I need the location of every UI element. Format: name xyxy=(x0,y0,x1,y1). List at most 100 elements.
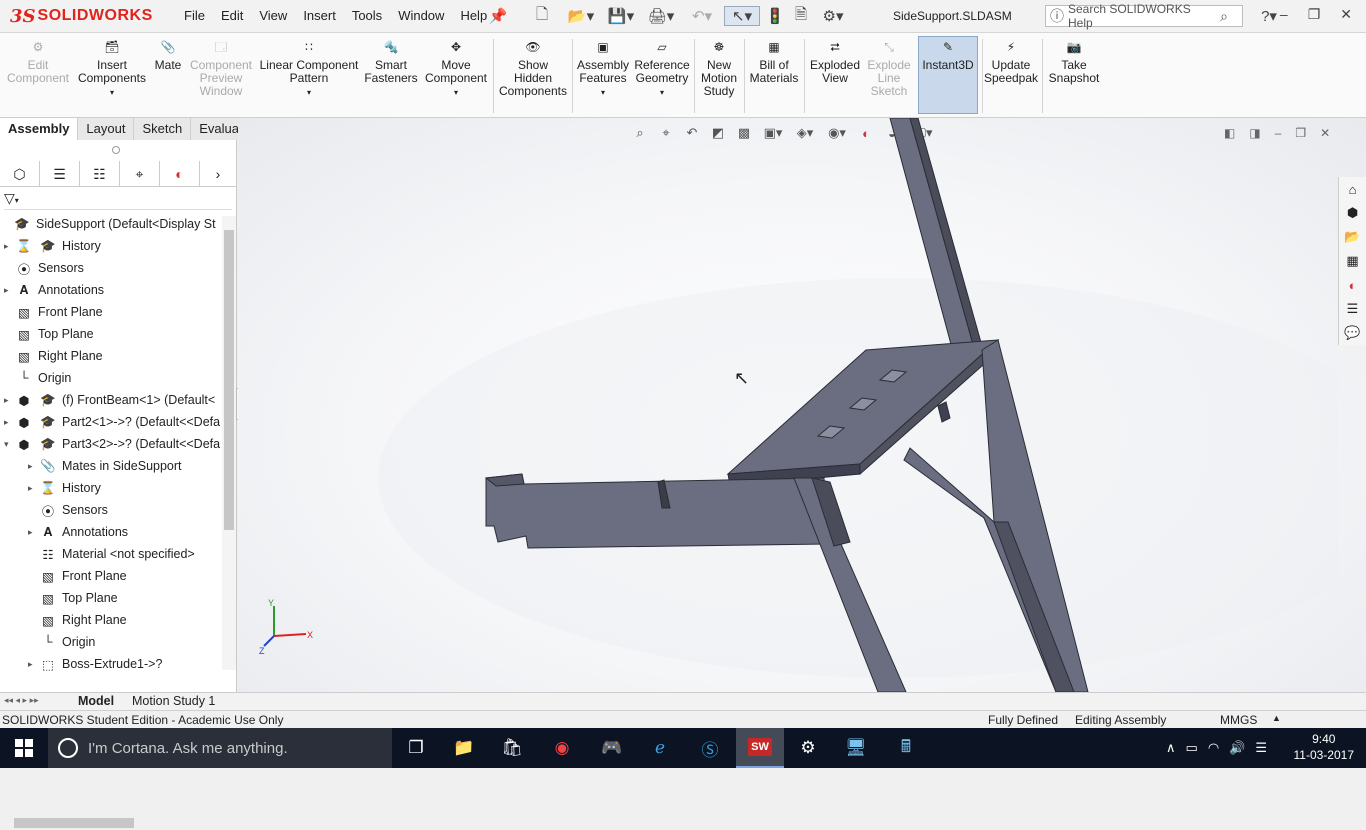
minimize-icon[interactable]: – xyxy=(1280,6,1288,23)
dropdown-arrow-icon[interactable]: ▾ xyxy=(454,86,458,99)
cortana-search-box[interactable]: I'm Cortana. Ask me anything. xyxy=(48,728,392,768)
expand-arrow-icon[interactable]: ▸ xyxy=(28,527,38,538)
reference-geometry-button[interactable]: ▱ Reference Geometry ▾ xyxy=(632,37,692,99)
file-explorer-taskbar-icon[interactable]: 📁 xyxy=(440,728,488,768)
tree-item-history[interactable]: ▸ ⌛ 🎓 History xyxy=(4,235,101,257)
unit-dropdown-icon[interactable]: ▲ xyxy=(1272,713,1281,723)
menu-insert[interactable]: Insert xyxy=(295,8,344,23)
exploded-view-button[interactable]: ⮂ Exploded View xyxy=(808,37,862,85)
instant3d-button[interactable]: ✎ Instant3D xyxy=(918,36,978,114)
expand-arrow-icon[interactable]: ▸ xyxy=(28,659,38,670)
collapse-arrow-icon[interactable]: ▾ xyxy=(4,439,14,450)
game-app-icon[interactable]: 🎮 xyxy=(588,728,636,768)
file-explorer-icon[interactable]: 📂 xyxy=(1339,225,1366,249)
linear-component-pattern-button[interactable]: ∷ Linear Component Pattern ▾ xyxy=(258,37,360,99)
solidworks-taskbar-icon[interactable]: SW xyxy=(736,728,784,768)
solidworks-logo[interactable]: 3S SOLIDWORKS xyxy=(10,0,155,32)
tree-item-part-right-plane[interactable]: ▧ Right Plane xyxy=(38,609,127,631)
tree-item-part-front-plane[interactable]: ▧ Front Plane xyxy=(38,565,127,587)
tab-model[interactable]: Model xyxy=(78,694,114,708)
menu-tools[interactable]: Tools xyxy=(344,8,390,23)
new-document-icon[interactable]: 🗋 xyxy=(530,6,554,26)
tree-item-frontbeam[interactable]: ▸ ⬢ 🎓 (f) FrontBeam<1> (Default< xyxy=(4,389,215,411)
save-icon[interactable]: 💾▾ xyxy=(606,6,636,26)
dropdown-arrow-icon[interactable]: ▾ xyxy=(660,86,664,99)
unit-system[interactable]: MMGS xyxy=(1220,713,1257,727)
expand-arrow-icon[interactable]: ▸ xyxy=(4,241,14,252)
rebuild-icon[interactable]: 🚦 xyxy=(766,6,785,26)
tab-layout[interactable]: Layout xyxy=(78,118,135,140)
tree-item-part-origin[interactable]: └ Origin xyxy=(38,631,96,653)
chrome-icon[interactable]: ◉ xyxy=(538,728,586,768)
menu-window[interactable]: Window xyxy=(390,8,452,23)
dropdown-arrow-icon[interactable]: ▾ xyxy=(601,86,605,99)
edit-component-button[interactable]: ⚙ Edit Component xyxy=(6,37,70,85)
remote-desktop-icon[interactable]: 🖥 xyxy=(832,728,880,768)
battery-icon[interactable]: ▭ xyxy=(1186,740,1198,756)
custom-properties-icon[interactable]: ☰ xyxy=(1339,297,1366,321)
dropdown-arrow-icon[interactable]: ▾ xyxy=(110,86,114,99)
front-beam-part[interactable] xyxy=(485,473,829,549)
show-hidden-icons-icon[interactable]: ∧ xyxy=(1166,740,1176,756)
tree-horizontal-scrollbar[interactable] xyxy=(0,816,237,830)
settings-gear-icon[interactable]: ⚙ xyxy=(784,728,832,768)
new-motion-study-button[interactable]: ☸ New Motion Study xyxy=(698,37,740,98)
tree-item-boss-extrude[interactable]: ▸ ⬚ Boss-Extrude1->? xyxy=(28,653,162,675)
volume-icon[interactable]: 🔊 xyxy=(1229,740,1245,756)
home-icon[interactable]: ⌂ xyxy=(1339,177,1366,201)
expand-arrow-icon[interactable]: ▸ xyxy=(28,483,38,494)
dimxpert-tab-icon[interactable]: ⌖ xyxy=(120,161,160,187)
menu-file[interactable]: File xyxy=(176,8,213,23)
property-manager-tab-icon[interactable]: ☰ xyxy=(40,161,80,187)
scrollbar-thumb[interactable] xyxy=(224,230,234,530)
tree-item-part-history[interactable]: ▸ ⌛ History xyxy=(28,477,101,499)
explode-line-sketch-button[interactable]: ⤡ Explode Line Sketch xyxy=(864,37,914,98)
bill-of-materials-button[interactable]: ▦ Bill of Materials xyxy=(748,37,800,85)
move-component-button[interactable]: ✥ Move Component ▾ xyxy=(424,37,488,99)
show-hidden-components-button[interactable]: 👁 Show Hidden Components xyxy=(498,37,568,98)
assembly-model[interactable] xyxy=(238,118,1338,692)
options-gear-icon[interactable]: ⚙▾ xyxy=(816,6,850,26)
search-icon[interactable]: ⌕ xyxy=(1220,8,1228,25)
print-icon[interactable]: 🖨▾ xyxy=(644,6,678,26)
component-preview-window-button[interactable]: 🗔 Component Preview Window xyxy=(188,37,254,98)
tree-item-material[interactable]: ☷ Material <not specified> xyxy=(38,543,194,565)
tree-filter[interactable]: ▽▾ xyxy=(4,190,232,210)
tree-item-part3[interactable]: ▾ ⬢ 🎓 Part3<2>->? (Default<<Defa xyxy=(4,433,220,455)
insert-components-button[interactable]: 🗃 Insert Components ▾ xyxy=(76,37,148,99)
tab-sketch[interactable]: Sketch xyxy=(134,118,192,140)
help-search-input[interactable]: ⓘ Search SOLIDWORKS Help ⌕ xyxy=(1045,2,1243,30)
calculator-app-icon[interactable]: 🖩 xyxy=(882,728,930,768)
feature-manager-tab-icon[interactable]: ⬡ xyxy=(0,161,40,187)
close-icon[interactable]: ✕ xyxy=(1340,6,1352,23)
menu-view[interactable]: View xyxy=(251,8,295,23)
expand-tabs-chevron-icon[interactable]: › xyxy=(200,161,236,187)
tree-vertical-scrollbar[interactable] xyxy=(222,216,236,670)
tree-item-origin[interactable]: └ Origin xyxy=(14,367,72,389)
expand-arrow-icon[interactable]: ▸ xyxy=(4,417,14,428)
tree-item-front-plane[interactable]: ▧ Front Plane xyxy=(14,301,103,323)
undo-icon[interactable]: ↶▾ xyxy=(686,6,718,26)
scrollbar-thumb[interactable] xyxy=(14,818,134,828)
tree-item-part2[interactable]: ▸ ⬢ 🎓 Part2<1>->? (Default<<Defa xyxy=(4,411,220,433)
tree-item-root[interactable]: 🎓 SideSupport (Default<Display St xyxy=(2,213,215,235)
view-palette-icon[interactable]: ▦ xyxy=(1339,249,1366,273)
tab-motion-study-1[interactable]: Motion Study 1 xyxy=(132,694,215,708)
tree-item-part-annotations[interactable]: ▸ 𝐀 Annotations xyxy=(28,521,128,543)
tab-scroll-arrows-icon[interactable]: ◂◂ ◂ ▸ ▸▸ xyxy=(4,695,39,706)
appearances-icon[interactable]: ◐ xyxy=(1339,273,1366,297)
mate-button[interactable]: 📎 Mate xyxy=(152,37,184,72)
action-center-icon[interactable]: ☰ xyxy=(1255,740,1267,756)
menu-edit[interactable]: Edit xyxy=(213,8,251,23)
update-speedpak-button[interactable]: ⚡ Update Speedpak xyxy=(984,37,1038,85)
configuration-manager-tab-icon[interactable]: ☷ xyxy=(80,161,120,187)
file-properties-icon[interactable]: 🗎 xyxy=(790,6,812,26)
tree-item-mates[interactable]: ▸ 📎 Mates in SideSupport xyxy=(28,455,182,477)
task-view-icon[interactable]: ❐ xyxy=(392,728,440,768)
tree-item-right-plane[interactable]: ▧ Right Plane xyxy=(14,345,103,367)
expand-arrow-icon[interactable]: ▸ xyxy=(4,395,14,406)
forum-icon[interactable]: 💬 xyxy=(1339,321,1366,345)
wifi-icon[interactable]: ◠ xyxy=(1208,740,1219,756)
open-document-icon[interactable]: 📂▾ xyxy=(566,6,596,26)
smart-fasteners-button[interactable]: 🔩 Smart Fasteners xyxy=(362,37,420,85)
